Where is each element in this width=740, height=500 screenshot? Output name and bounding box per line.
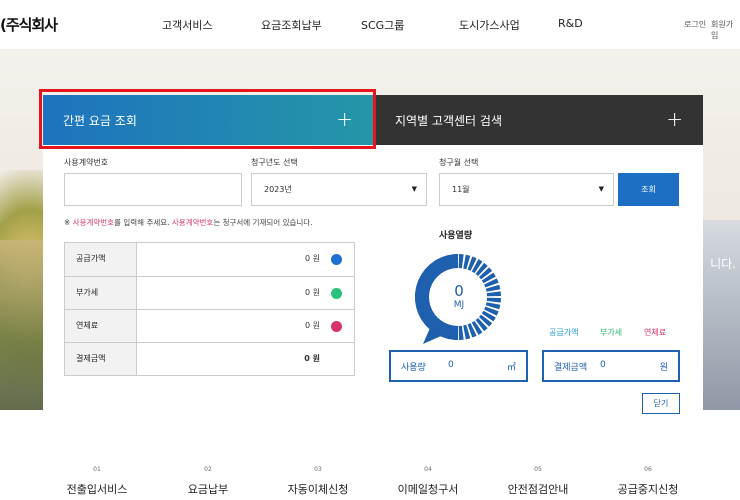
late-fee-value: 0 원 [305, 321, 320, 330]
service-safety-check[interactable]: 05 안전점검안내 [483, 466, 593, 497]
vat-label: 부가세 [65, 277, 137, 309]
usage-amount-label: 사용량 [401, 363, 426, 373]
year-select-value: 2023년 [264, 185, 292, 194]
year-label: 청구년도 선택 [251, 158, 298, 167]
table-row: 공급가액 0 원 [65, 243, 354, 276]
close-button[interactable]: 닫기 [642, 393, 680, 414]
month-select[interactable]: 11월 ▼ [439, 173, 614, 206]
legend-late-fee: 연체료 [644, 328, 667, 337]
late-fee-label: 연체료 [65, 310, 137, 342]
payment-amount-box: 결제금액 0 원 [542, 350, 680, 382]
tab-service-center-label: 지역별 고객센터 검색 [395, 114, 502, 128]
usage-amount-unit: ㎥ [506, 363, 516, 373]
table-row: 결제금액 0 원 [65, 342, 354, 375]
contract-number-input[interactable] [64, 173, 242, 206]
month-label: 청구월 선택 [439, 158, 479, 167]
nav-rnd[interactable]: R&D [558, 17, 583, 30]
tab-service-center[interactable]: 지역별 고객센터 검색 + [373, 95, 703, 145]
service-stop-supply[interactable]: 06 공급중지신청 [593, 466, 703, 497]
plus-icon[interactable]: + [666, 107, 683, 131]
usage-amount-box: 사용량 0 ㎥ [389, 350, 528, 382]
gauge-segment [486, 297, 501, 303]
gauge-segment [458, 254, 464, 269]
year-select[interactable]: 2023년 ▼ [251, 173, 427, 206]
nav-city-gas[interactable]: 도시가스사업 [459, 17, 520, 33]
usage-title: 사용열량 [439, 231, 473, 241]
nav-scg-group[interactable]: SCG그룹 [361, 17, 404, 33]
hero-side-text: 니다. [710, 257, 736, 271]
payment-box-unit: 원 [659, 363, 668, 373]
highlight-box [39, 89, 376, 149]
tree-silhouette [0, 240, 45, 410]
payment-amount-value: 0 원 [304, 354, 320, 363]
table-row: 연체료 0 원 [65, 309, 354, 342]
payment-box-label: 결제금액 [554, 363, 588, 373]
gauge-segment [458, 325, 464, 340]
supply-dot [331, 254, 342, 265]
contract-label: 사용계약번호 [64, 158, 109, 167]
site-header: (주식회사 고객서비스 요금조회납부 SCG그룹 도시가스사업 R&D 로그인 … [0, 0, 740, 50]
payment-amount-label: 결제금액 [65, 343, 137, 375]
notice-text: ※ 사용계약번호를 입력해 주세요. 사용계약번호는 청구서에 기재되어 있습니… [64, 218, 313, 227]
service-auto-transfer[interactable]: 03 자동이체신청 [263, 466, 373, 497]
nav-bill-payment[interactable]: 요금조회납부 [261, 17, 322, 33]
site-logo[interactable]: (주식회사 [0, 14, 58, 35]
usage-value: 0 [454, 282, 464, 300]
month-select-value: 11월 [452, 185, 470, 194]
services-row: 01 전출입서비스 02 요금납부 03 자동이체신청 04 이메일청구서 05 안전점검… [0, 466, 740, 500]
legend-supply: 공급가액 [549, 328, 579, 337]
dropdown-arrow-icon: ▼ [411, 185, 417, 193]
supply-amount-value: 0 원 [305, 254, 320, 263]
vat-dot [331, 288, 342, 299]
login-link[interactable]: 로그인 [684, 19, 706, 30]
search-button[interactable]: 조회 [618, 173, 679, 206]
late-fee-dot [331, 321, 342, 332]
service-email-bill[interactable]: 04 이메일청구서 [373, 466, 483, 497]
legend-vat: 부가세 [600, 328, 623, 337]
usage-amount-value: 0 [448, 360, 454, 370]
usage-unit: MJ [453, 300, 465, 310]
charges-table: 공급가액 0 원 부가세 0 원 연체료 0 원 결제금액 0 원 [64, 242, 355, 376]
join-link[interactable]: 회원가입 [711, 19, 740, 41]
table-row: 부가세 0 원 [65, 276, 354, 309]
supply-amount-label: 공급가액 [65, 243, 137, 276]
nav-customer-service[interactable]: 고객서비스 [162, 17, 213, 33]
vat-value: 0 원 [305, 288, 320, 297]
payment-box-value: 0 [600, 360, 606, 370]
gauge-segment [486, 291, 501, 297]
service-payment[interactable]: 02 요금납부 [153, 466, 263, 497]
dropdown-arrow-icon: ▼ [598, 185, 604, 193]
service-move[interactable]: 01 전출입서비스 [42, 466, 152, 497]
gas-facility-image [702, 220, 740, 410]
